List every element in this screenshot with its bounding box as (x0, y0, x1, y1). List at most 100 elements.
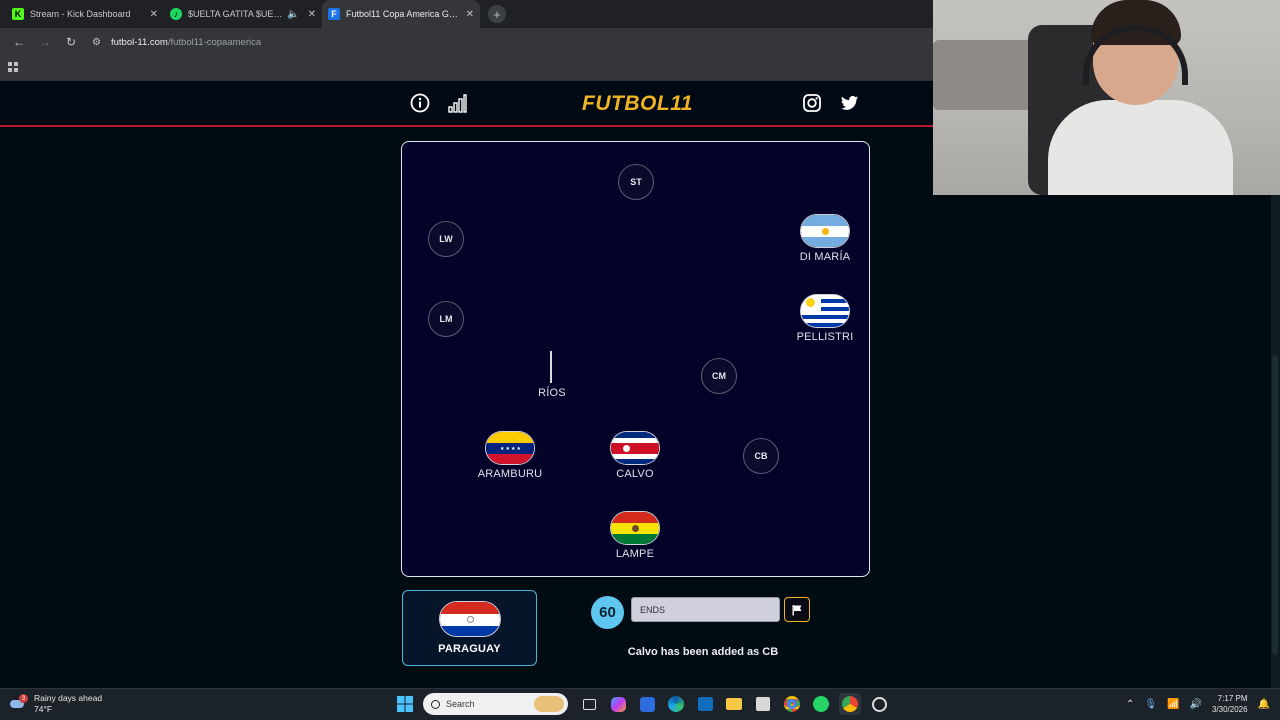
slot-lm[interactable]: LM (428, 301, 464, 337)
player-name: LAMPE (615, 548, 655, 560)
slot-st[interactable]: ST (618, 164, 654, 200)
player-card[interactable]: RÍOS (507, 384, 597, 399)
speaker-icon[interactable]: 🔈 (287, 9, 299, 20)
slot-label: CB (754, 451, 768, 461)
apps-grid-icon[interactable] (8, 62, 18, 72)
page-scrollbar[interactable] (1271, 195, 1280, 688)
weather-temp: 74°F (34, 704, 53, 714)
search-placeholder: Search (446, 699, 475, 709)
player-card[interactable]: DI MARÍA (780, 214, 870, 263)
tab-futbol11[interactable]: F Futbol11 Copa America Game ✕ (322, 0, 480, 28)
windows-start-icon[interactable] (394, 693, 416, 715)
close-icon[interactable]: ✕ (466, 9, 474, 20)
futbol11-favicon: F (328, 8, 340, 20)
player-name: CALVO (616, 468, 654, 480)
venezuela-flag-icon: ★★★★ (485, 431, 535, 465)
clock-time: 7:17 PM (1217, 694, 1248, 703)
webcam-overlay (933, 0, 1280, 195)
slot-cb[interactable]: CB (743, 438, 779, 474)
flag-icon (792, 604, 802, 615)
chevron-up-icon[interactable]: ⌃ (1126, 699, 1134, 710)
taskbar-search[interactable]: Search (423, 693, 568, 715)
notification-badge: 3 (19, 694, 28, 703)
player-card[interactable]: CALVO (590, 431, 680, 480)
search-highlight-image (534, 696, 564, 712)
search-icon (431, 699, 440, 709)
url-path: /futbol11-copaamerica (167, 36, 262, 48)
reload-icon[interactable]: ↻ (60, 31, 82, 53)
slot-label: LW (439, 234, 453, 244)
url-field[interactable]: ⚙ futbol-11.com/futbol11-copaamerica (92, 37, 261, 48)
slot-label: LM (439, 314, 453, 324)
give-up-button[interactable] (784, 597, 810, 622)
paraguay-flag-icon (438, 601, 501, 637)
slot-label: ST (630, 177, 642, 187)
outlook-icon[interactable] (694, 693, 716, 715)
stats-icon[interactable] (446, 92, 468, 114)
close-icon[interactable]: ✕ (308, 9, 316, 20)
edge-icon[interactable] (665, 693, 687, 715)
forward-arrow-icon[interactable]: → (34, 31, 56, 53)
rain-cloud-icon: 3 (10, 694, 28, 711)
player-card[interactable]: PELLISTRI (780, 294, 870, 343)
player-guess-input[interactable] (631, 597, 780, 622)
microsoft-store-icon[interactable] (752, 693, 774, 715)
site-logo[interactable]: FUTBOL11 (582, 92, 693, 116)
country-name: PARAGUAY (438, 643, 501, 655)
tab-spotify[interactable]: ♪ $UELTA GATITA $UELTA • C… 🔈 ✕ (164, 0, 322, 28)
slot-cm[interactable]: CM (701, 358, 737, 394)
tab-title: $UELTA GATITA $UELTA • C… (188, 9, 283, 19)
tab-title: Stream - Kick Dashboard (30, 9, 131, 19)
app-icon[interactable] (868, 693, 890, 715)
site-info-icon[interactable]: ⚙ (92, 37, 101, 48)
chrome-icon[interactable] (781, 693, 803, 715)
drag-cursor (550, 351, 552, 383)
weather-widget[interactable]: 3 Rainy days ahead 74°F (10, 693, 102, 715)
slot-lw[interactable]: LW (428, 221, 464, 257)
whatsapp-icon[interactable] (810, 693, 832, 715)
spotify-icon: ♪ (170, 8, 182, 20)
bell-icon[interactable]: 🔔 (1258, 699, 1270, 710)
status-message: Calvo has been added as CB (627, 646, 779, 658)
slot-label: CM (712, 371, 726, 381)
kick-icon: K (12, 8, 24, 20)
player-name: DI MARÍA (799, 251, 851, 263)
argentina-flag-icon (800, 214, 850, 248)
microphone-icon[interactable]: 🎙 (1144, 699, 1157, 710)
copilot-icon[interactable] (607, 693, 629, 715)
system-tray: ⌃ 🎙 📶 🔊 7:17 PM 3/30/2026 🔔 (1126, 693, 1270, 715)
clock-date: 3/30/2026 (1211, 705, 1248, 714)
task-view-icon[interactable] (578, 693, 600, 715)
countdown-timer: 60 (591, 596, 624, 629)
tab-kick-dashboard[interactable]: K Stream - Kick Dashboard ✕ (6, 0, 164, 28)
player-card[interactable]: LAMPE (590, 511, 680, 560)
back-arrow-icon[interactable]: ← (8, 31, 30, 53)
player-name: RÍOS (538, 387, 566, 399)
volume-icon[interactable]: 🔊 (1190, 699, 1202, 710)
chrome-active-icon[interactable] (839, 693, 861, 715)
system-clock[interactable]: 7:17 PM 3/30/2026 (1212, 693, 1248, 715)
address-bar: ← → ↻ ⚙ futbol-11.com/futbol11-copaameri… (0, 28, 933, 56)
instagram-icon[interactable] (801, 92, 823, 114)
tab-title: Futbol11 Copa America Game (346, 9, 462, 19)
current-country-card: PARAGUAY (402, 590, 537, 666)
bolivia-flag-icon (610, 511, 660, 545)
file-explorer-icon[interactable] (723, 693, 745, 715)
twitter-icon[interactable] (838, 92, 860, 114)
store-app-icon[interactable] (636, 693, 658, 715)
player-card[interactable]: ★★★★ ARAMBURU (465, 431, 555, 480)
costa-rica-flag-icon (610, 431, 660, 465)
player-name: PELLISTRI (796, 331, 854, 343)
site-header: FUTBOL11 (0, 81, 933, 127)
new-tab-button[interactable]: + (488, 5, 506, 23)
uruguay-flag-icon (800, 294, 850, 328)
bookmarks-bar (0, 56, 933, 81)
url-host: futbol-11.com (110, 36, 168, 48)
player-name: ARAMBURU (477, 468, 543, 480)
browser-tab-bar: K Stream - Kick Dashboard ✕ ♪ $UELTA GAT… (0, 0, 933, 28)
info-icon[interactable] (409, 92, 431, 114)
wifi-icon[interactable]: 📶 (1167, 699, 1179, 710)
weather-title: Rainy days ahead (34, 693, 103, 703)
close-icon[interactable]: ✕ (150, 9, 158, 20)
windows-taskbar: 3 Rainy days ahead 74°F Search ⌃ 🎙 📶 🔊 7… (0, 688, 1280, 720)
